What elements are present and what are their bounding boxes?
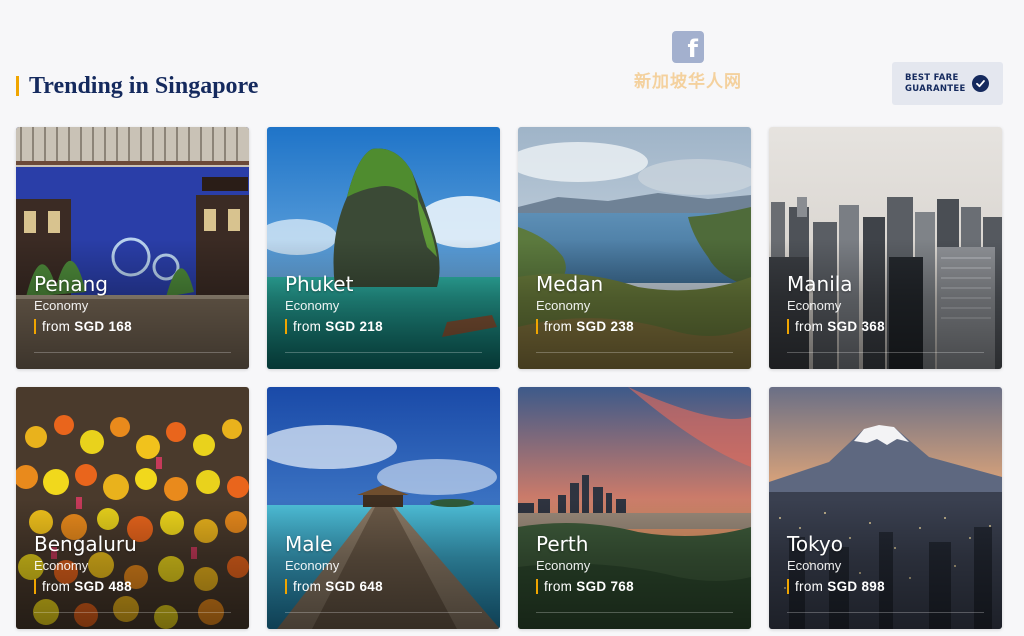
destination-grid: Penang Economy from SGD 168 Phuket Econo… <box>16 127 1002 629</box>
card-info: Tokyo Economy from SGD 898 <box>787 531 992 594</box>
card-divider <box>34 612 231 613</box>
price-value: SGD 368 <box>827 318 885 334</box>
destination-card-medan[interactable]: Medan Economy from SGD 238 <box>518 127 751 369</box>
fare-price: from SGD 648 <box>293 579 383 594</box>
destination-card-bengaluru[interactable]: Bengaluru Economy from SGD 488 <box>16 387 249 629</box>
card-info: Manila Economy from SGD 368 <box>787 271 992 334</box>
page-title: Trending in Singapore <box>29 72 259 99</box>
watermark-text: 新加坡华人网 <box>634 72 742 92</box>
city-name: Tokyo <box>787 532 843 556</box>
badge-label: BEST FARE GUARANTEE <box>905 73 966 94</box>
price-row: from SGD 218 <box>285 318 490 334</box>
city-name: Penang <box>34 272 108 296</box>
destination-card-perth[interactable]: Perth Economy from SGD 768 <box>518 387 751 629</box>
from-label: from <box>795 578 824 594</box>
cabin-class: Economy <box>536 558 591 573</box>
cabin-class: Economy <box>536 298 591 313</box>
fare-price: from SGD 218 <box>293 319 383 334</box>
price-row: from SGD 898 <box>787 578 992 594</box>
badge-line-1: BEST FARE <box>905 73 959 83</box>
price-value: SGD 238 <box>576 318 634 334</box>
price-accent-bar <box>34 578 36 594</box>
card-divider <box>285 612 482 613</box>
price-value: SGD 768 <box>576 578 634 594</box>
from-label: from <box>544 318 573 334</box>
cabin-class: Economy <box>34 558 89 573</box>
card-divider <box>536 352 733 353</box>
card-divider <box>536 612 733 613</box>
fare-price: from SGD 368 <box>795 319 885 334</box>
card-divider <box>787 612 984 613</box>
city-name: Perth <box>536 532 589 556</box>
checkmark-icon <box>971 75 989 92</box>
card-info: Phuket Economy from SGD 218 <box>285 271 490 334</box>
price-value: SGD 648 <box>325 578 383 594</box>
city-name: Male <box>285 532 333 556</box>
price-accent-bar <box>34 318 36 334</box>
city-name: Manila <box>787 272 853 296</box>
from-label: from <box>42 318 71 334</box>
watermark: f 新加坡华人网 <box>626 31 750 92</box>
fare-price: from SGD 488 <box>42 579 132 594</box>
facebook-icon: f <box>672 31 704 63</box>
trending-page: f 新加坡华人网 Trending in Singapore BEST FARE… <box>0 0 1024 636</box>
from-label: from <box>795 318 824 334</box>
price-value: SGD 898 <box>827 578 885 594</box>
fare-price: from SGD 768 <box>544 579 634 594</box>
destination-card-male[interactable]: Male Economy from SGD 648 <box>267 387 500 629</box>
fare-price: from SGD 168 <box>42 319 132 334</box>
title-accent-bar <box>16 76 19 96</box>
destination-card-phuket[interactable]: Phuket Economy from SGD 218 <box>267 127 500 369</box>
price-row: from SGD 768 <box>536 578 741 594</box>
price-row: from SGD 488 <box>34 578 239 594</box>
price-accent-bar <box>787 318 789 334</box>
best-fare-guarantee-badge[interactable]: BEST FARE GUARANTEE <box>892 62 1003 105</box>
badge-line-2: GUARANTEE <box>905 83 966 94</box>
cabin-class: Economy <box>34 298 89 313</box>
price-row: from SGD 648 <box>285 578 490 594</box>
from-label: from <box>293 578 322 594</box>
card-info: Bengaluru Economy from SGD 488 <box>34 531 239 594</box>
price-value: SGD 488 <box>74 578 132 594</box>
price-row: from SGD 368 <box>787 318 992 334</box>
price-accent-bar <box>285 578 287 594</box>
cabin-class: Economy <box>285 298 340 313</box>
price-value: SGD 218 <box>325 318 383 334</box>
cabin-class: Economy <box>285 558 340 573</box>
from-label: from <box>293 318 322 334</box>
city-name: Medan <box>536 272 604 296</box>
price-value: SGD 168 <box>74 318 132 334</box>
from-label: from <box>544 578 573 594</box>
fare-price: from SGD 898 <box>795 579 885 594</box>
price-row: from SGD 238 <box>536 318 741 334</box>
card-info: Medan Economy from SGD 238 <box>536 271 741 334</box>
card-divider <box>787 352 984 353</box>
card-divider <box>34 352 231 353</box>
price-accent-bar <box>536 318 538 334</box>
price-row: from SGD 168 <box>34 318 239 334</box>
price-accent-bar <box>285 318 287 334</box>
destination-card-penang[interactable]: Penang Economy from SGD 168 <box>16 127 249 369</box>
from-label: from <box>42 578 71 594</box>
city-name: Bengaluru <box>34 532 137 556</box>
card-info: Male Economy from SGD 648 <box>285 531 490 594</box>
section-title: Trending in Singapore <box>16 72 258 100</box>
destination-card-tokyo[interactable]: Tokyo Economy from SGD 898 <box>769 387 1002 629</box>
fare-price: from SGD 238 <box>544 319 634 334</box>
card-info: Penang Economy from SGD 168 <box>34 271 239 334</box>
destination-card-manila[interactable]: Manila Economy from SGD 368 <box>769 127 1002 369</box>
cabin-class: Economy <box>787 298 842 313</box>
card-divider <box>285 352 482 353</box>
price-accent-bar <box>787 578 789 594</box>
city-name: Phuket <box>285 272 354 296</box>
price-accent-bar <box>536 578 538 594</box>
cabin-class: Economy <box>787 558 842 573</box>
card-info: Perth Economy from SGD 768 <box>536 531 741 594</box>
